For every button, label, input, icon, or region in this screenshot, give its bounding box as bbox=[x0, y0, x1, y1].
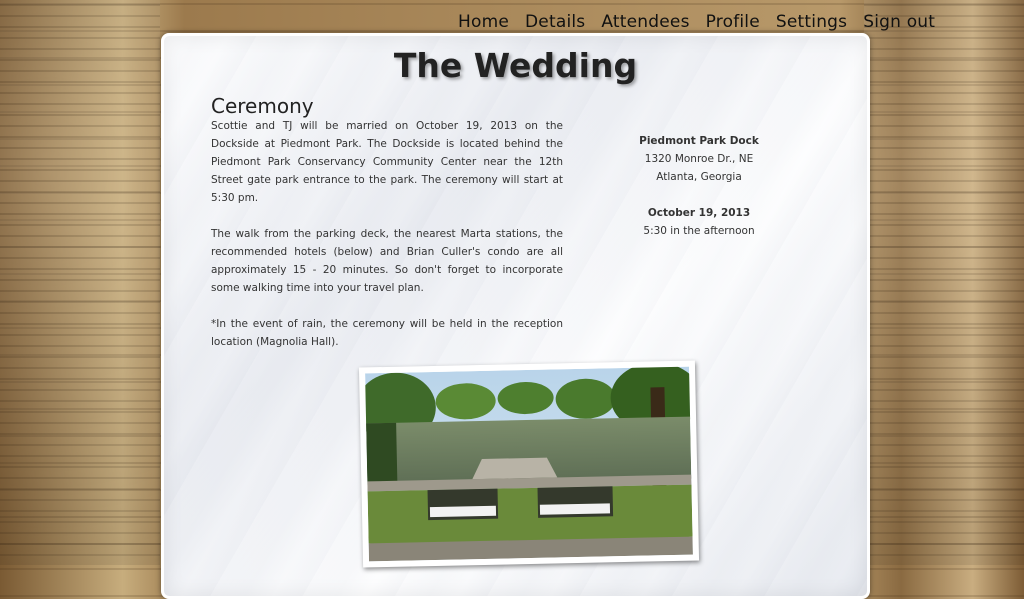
sheet-music-background-left bbox=[0, 0, 160, 565]
paragraph-walking: The walk from the parking deck, the near… bbox=[211, 228, 563, 294]
park-dock-image bbox=[365, 366, 693, 562]
address-line-2: Atlanta, Georgia bbox=[656, 171, 742, 183]
ceremony-description: Scottie and TJ will be married on Octobe… bbox=[211, 117, 563, 369]
event-date: October 19, 2013 bbox=[647, 207, 751, 219]
nav-home-link[interactable]: Home bbox=[458, 12, 509, 32]
paragraph-rain: *In the event of rain, the ceremony will… bbox=[211, 318, 563, 348]
event-time: 5:30 in the afternoon bbox=[643, 225, 755, 237]
nav-profile-link[interactable]: Profile bbox=[706, 12, 760, 32]
ceremony-heading: Ceremony bbox=[211, 94, 314, 118]
content-panel: The Wedding Ceremony Scottie and TJ will… bbox=[161, 33, 870, 599]
venue-photo bbox=[358, 360, 700, 568]
paragraph-location: Scottie and TJ will be married on Octobe… bbox=[211, 120, 563, 204]
venue-name: Piedmont Park Dock bbox=[639, 135, 759, 147]
top-navigation: Home Details Attendees Profile Settings … bbox=[458, 12, 935, 32]
page-title: The Wedding bbox=[393, 46, 638, 85]
sheet-music-background-right bbox=[864, 0, 1024, 565]
event-details: Piedmont Park Dock 1320 Monroe Dr., NE A… bbox=[619, 132, 779, 240]
address-line-1: 1320 Monroe Dr., NE bbox=[644, 153, 754, 165]
nav-sign-out-link[interactable]: Sign out bbox=[863, 12, 935, 32]
nav-attendees-link[interactable]: Attendees bbox=[601, 12, 689, 32]
nav-settings-link[interactable]: Settings bbox=[776, 12, 847, 32]
nav-details-link[interactable]: Details bbox=[525, 12, 585, 32]
